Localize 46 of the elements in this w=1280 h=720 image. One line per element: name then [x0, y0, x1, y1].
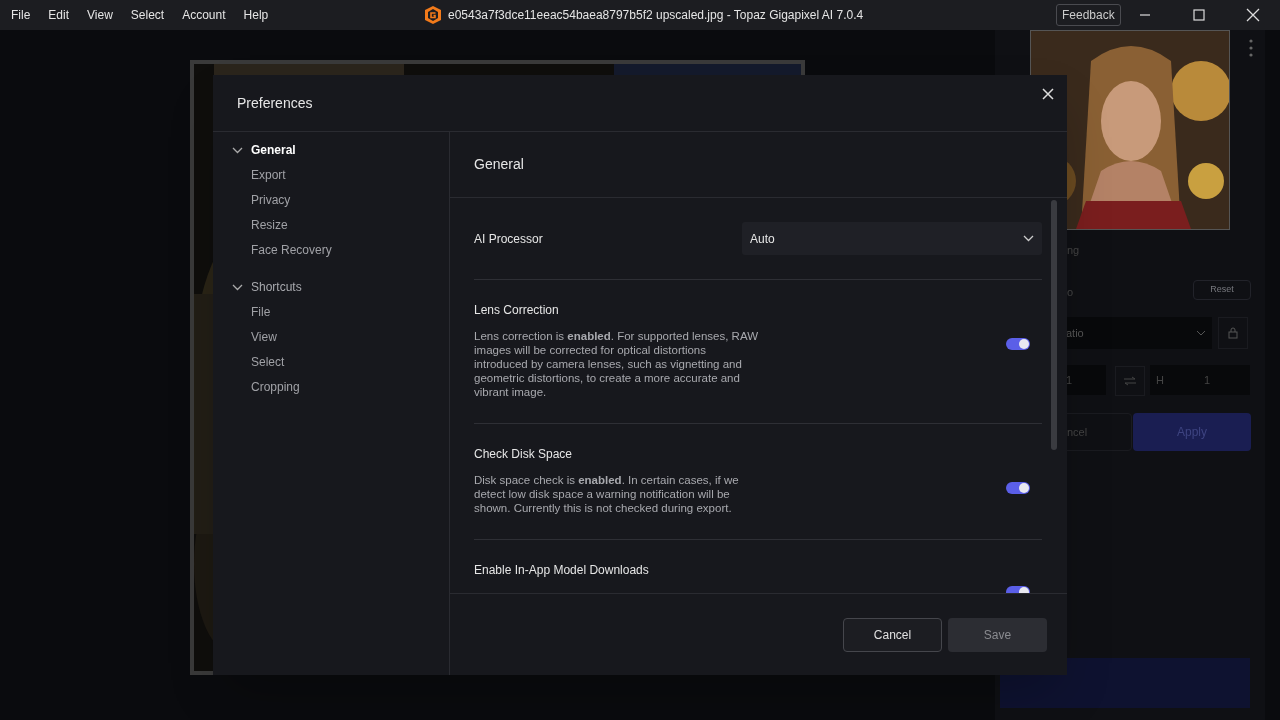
section-title: General: [474, 155, 524, 174]
menu-item[interactable]: Account: [173, 2, 235, 28]
chevron-icon[interactable]: [232, 283, 243, 291]
setting-label: Check Disk Space: [474, 446, 574, 462]
dialog-title: Preferences: [237, 93, 313, 113]
scrollbar[interactable]: [1051, 200, 1057, 450]
menu-item[interactable]: View: [78, 2, 122, 28]
nav-item[interactable]: View: [213, 329, 449, 345]
menu-item[interactable]: Select: [121, 2, 174, 28]
nav-item[interactable]: Export: [213, 167, 449, 183]
nav-group[interactable]: Shortcuts: [251, 278, 302, 296]
nav-item[interactable]: Face Recovery: [213, 242, 449, 258]
lock-icon: [1228, 327, 1238, 339]
nav-item[interactable]: Privacy: [213, 192, 449, 208]
nav-item[interactable]: File: [213, 304, 449, 320]
setting-description: Disk space check is enabled. In certain cases, if we detect low disk space a warning notification will be shown. Currently this is not checked during export.: [474, 473, 740, 515]
window-title: e0543a7f3dce11eeac54baea8797b5f2 upscaled.jpg - Topaz Gigapixel AI 7.0.4: [448, 7, 864, 24]
field-value: 1: [1203, 372, 1211, 388]
menu-item[interactable]: Edit: [39, 2, 79, 28]
cancel-button[interactable]: Cancel: [843, 617, 942, 652]
swap-icon: [1123, 376, 1137, 386]
app-logo-icon: [423, 5, 443, 25]
nav-item[interactable]: Select: [213, 354, 449, 370]
nav-item[interactable]: Cropping: [213, 379, 449, 395]
close-icon[interactable]: [1042, 88, 1054, 100]
menu-item[interactable]: Help: [234, 2, 278, 28]
setting-label: AI Processor: [474, 230, 543, 248]
save-button[interactable]: Save: [948, 617, 1047, 652]
nav-group[interactable]: General: [251, 141, 296, 159]
more-icon: [1248, 38, 1254, 58]
setting-label: Lens Correction: [474, 302, 560, 318]
toggle-switch[interactable]: [1006, 482, 1030, 494]
chevron-icon: [1023, 235, 1034, 242]
nav-item[interactable]: Resize: [213, 217, 449, 233]
reset-button[interactable]: Reset: [1193, 280, 1251, 300]
toggle-switch[interactable]: [1006, 338, 1030, 350]
setting-description: Lens correction is enabled. For supported lenses, RAW images will be corrected for optical distortions introduced by camera lenses, such as vignetting and geometric distortions, to create a more accurate and vibrant image.: [474, 329, 759, 399]
menu-item[interactable]: File: [2, 2, 40, 28]
dropdown[interactable]: Auto: [742, 222, 1042, 255]
chevron-icon[interactable]: [232, 146, 243, 154]
chevron-icon: [1196, 330, 1206, 336]
setting-label: Enable In-App Model Downloads: [474, 562, 650, 578]
field-label: H: [1156, 372, 1164, 388]
close-icon[interactable]: [1244, 7, 1262, 23]
feedback-button[interactable]: Feedback: [1056, 4, 1121, 26]
maximize-icon[interactable]: [1190, 7, 1208, 23]
